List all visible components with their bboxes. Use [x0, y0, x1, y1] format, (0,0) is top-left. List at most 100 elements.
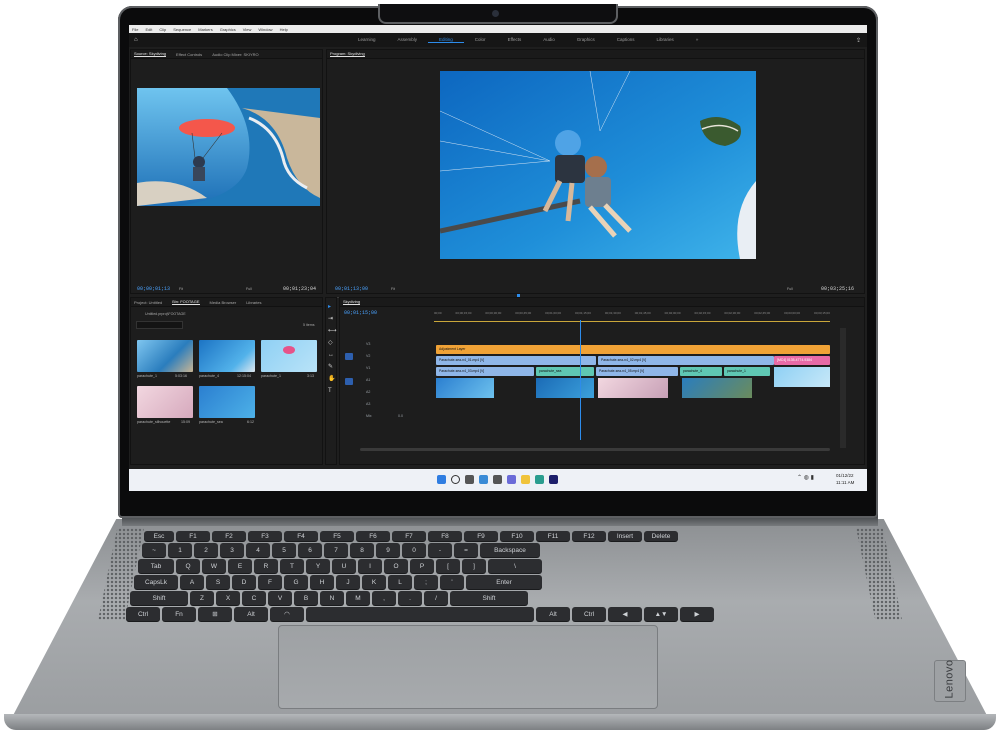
- key-c[interactable]: C: [242, 591, 266, 605]
- key-y[interactable]: Y: [306, 559, 330, 573]
- key-tilde[interactable]: ~: [142, 543, 166, 557]
- track-header-v1[interactable]: V1: [366, 366, 370, 370]
- key-right-end[interactable]: ▶: [680, 607, 714, 621]
- key-shift-left[interactable]: Shift: [130, 591, 188, 605]
- key-tab[interactable]: Tab: [138, 559, 174, 573]
- key-1[interactable]: 1: [168, 543, 192, 557]
- timeline-clip[interactable]: Parachute-sea-n4_01.mp4 [V]: [436, 356, 596, 365]
- key-f7[interactable]: F7: [392, 531, 426, 541]
- key-comma[interactable]: ,: [372, 591, 396, 605]
- key-ctrl-right[interactable]: Ctrl: [572, 607, 606, 621]
- edge-icon[interactable]: [535, 475, 544, 484]
- source-full-select[interactable]: Full: [246, 287, 252, 291]
- source-patch-a1[interactable]: [345, 378, 353, 385]
- track-header-a3[interactable]: A3: [366, 402, 370, 406]
- key-m[interactable]: M: [346, 591, 370, 605]
- key-up-down[interactable]: ▲▼: [644, 607, 678, 621]
- menu-help[interactable]: Help: [280, 27, 288, 32]
- taskbar-date[interactable]: 01/12/22: [836, 473, 854, 478]
- key-rbracket[interactable]: ]: [462, 559, 486, 573]
- key-s[interactable]: S: [206, 575, 230, 589]
- timeline-clip[interactable]: Parachute-sea-n4_03.mp4 [V]: [436, 367, 534, 376]
- workspace-graphics[interactable]: Graphics: [566, 37, 606, 43]
- key-o[interactable]: O: [384, 559, 408, 573]
- timeline-clip[interactable]: parachute_sea: [536, 367, 594, 376]
- timeline-clip[interactable]: parachute_1: [724, 367, 770, 376]
- share-icon[interactable]: ⇪: [856, 37, 861, 44]
- key-lbracket[interactable]: [: [436, 559, 460, 573]
- track-select-tool-icon[interactable]: ⇥: [328, 314, 333, 324]
- workspace-color[interactable]: Color: [464, 37, 497, 43]
- task-view-icon[interactable]: [465, 475, 474, 484]
- key-n[interactable]: N: [320, 591, 344, 605]
- menu-view[interactable]: View: [243, 27, 252, 32]
- clip-thumbnail[interactable]: [199, 340, 255, 372]
- workspace-learning[interactable]: Learning: [347, 37, 387, 43]
- key-f2[interactable]: F2: [212, 531, 246, 541]
- key-ctrl-left[interactable]: Ctrl: [126, 607, 160, 621]
- key-6[interactable]: 6: [298, 543, 322, 557]
- tab-audio-clip-mixer[interactable]: Audio Clip Mixer: SKIYRO: [212, 52, 258, 57]
- work-area-bar[interactable]: [434, 321, 830, 322]
- key-f6[interactable]: F6: [356, 531, 390, 541]
- timeline-clip[interactable]: parachute_4: [680, 367, 722, 376]
- key-f10[interactable]: F10: [500, 531, 534, 541]
- menu-window[interactable]: Window: [258, 27, 272, 32]
- timeline-clip[interactable]: Parachute-sea-n4_05.mp4 [V]: [596, 367, 678, 376]
- key-enter[interactable]: Enter: [466, 575, 542, 589]
- key-q[interactable]: Q: [176, 559, 200, 573]
- workspace-effects[interactable]: Effects: [497, 37, 533, 43]
- menu-graphics[interactable]: Graphics: [220, 27, 236, 32]
- tab-source[interactable]: Source: Skydiving: [134, 51, 167, 57]
- track-header-mix[interactable]: Mix: [366, 414, 372, 418]
- clip-thumbnail[interactable]: [199, 386, 255, 418]
- key-f12[interactable]: F12: [572, 531, 606, 541]
- tab-media-browser[interactable]: Media Browser: [210, 300, 237, 305]
- meet-icon[interactable]: [507, 475, 516, 484]
- key-d[interactable]: D: [232, 575, 256, 589]
- clip-thumbnail[interactable]: [261, 340, 317, 372]
- track-header-a2[interactable]: A2: [366, 390, 370, 394]
- menu-sequence[interactable]: Sequence: [173, 27, 191, 32]
- key-f5[interactable]: F5: [320, 531, 354, 541]
- system-tray-icon[interactable]: ⌃ ◍ ▮: [797, 474, 814, 481]
- clip-thumbnail[interactable]: [137, 340, 193, 372]
- key-fn[interactable]: Fn: [162, 607, 196, 621]
- key-f9[interactable]: F9: [464, 531, 498, 541]
- key-f1[interactable]: F1: [176, 531, 210, 541]
- file-explorer-icon[interactable]: [521, 475, 530, 484]
- key-g[interactable]: G: [284, 575, 308, 589]
- tab-project[interactable]: Project: Untitled: [134, 300, 162, 305]
- key-4[interactable]: 4: [246, 543, 270, 557]
- key-t[interactable]: T: [280, 559, 304, 573]
- key-minus[interactable]: -: [428, 543, 452, 557]
- key-a[interactable]: A: [180, 575, 204, 589]
- menu-edit[interactable]: Edit: [145, 27, 152, 32]
- key-8[interactable]: 8: [350, 543, 374, 557]
- key-delete[interactable]: Delete: [644, 531, 678, 541]
- key-h[interactable]: H: [310, 575, 334, 589]
- key-k[interactable]: K: [362, 575, 386, 589]
- key-slash[interactable]: /: [424, 591, 448, 605]
- key-f11[interactable]: F11: [536, 531, 570, 541]
- menu-markers[interactable]: Markers: [198, 27, 212, 32]
- widgets-icon[interactable]: [479, 475, 488, 484]
- key-backspace[interactable]: Backspace: [480, 543, 540, 557]
- key-semicolon[interactable]: ;: [414, 575, 438, 589]
- tab-sequence[interactable]: Skydiving: [343, 299, 361, 305]
- key-u[interactable]: U: [332, 559, 356, 573]
- taskbar-time[interactable]: 11:11 AM: [836, 480, 854, 485]
- timeline-playhead[interactable]: [580, 320, 581, 440]
- menu-clip[interactable]: Clip: [159, 27, 166, 32]
- key-f4[interactable]: F4: [284, 531, 318, 541]
- hand-tool-icon[interactable]: ✋: [328, 374, 335, 384]
- key-b[interactable]: B: [294, 591, 318, 605]
- slip-tool-icon[interactable]: ↔: [328, 350, 334, 360]
- key-quote[interactable]: ': [440, 575, 464, 589]
- key-e[interactable]: E: [228, 559, 252, 573]
- home-icon[interactable]: ⌂: [134, 37, 138, 43]
- key-period[interactable]: .: [398, 591, 422, 605]
- touchpad[interactable]: [278, 625, 658, 709]
- program-full-select[interactable]: Full: [787, 287, 793, 291]
- key-z[interactable]: Z: [190, 591, 214, 605]
